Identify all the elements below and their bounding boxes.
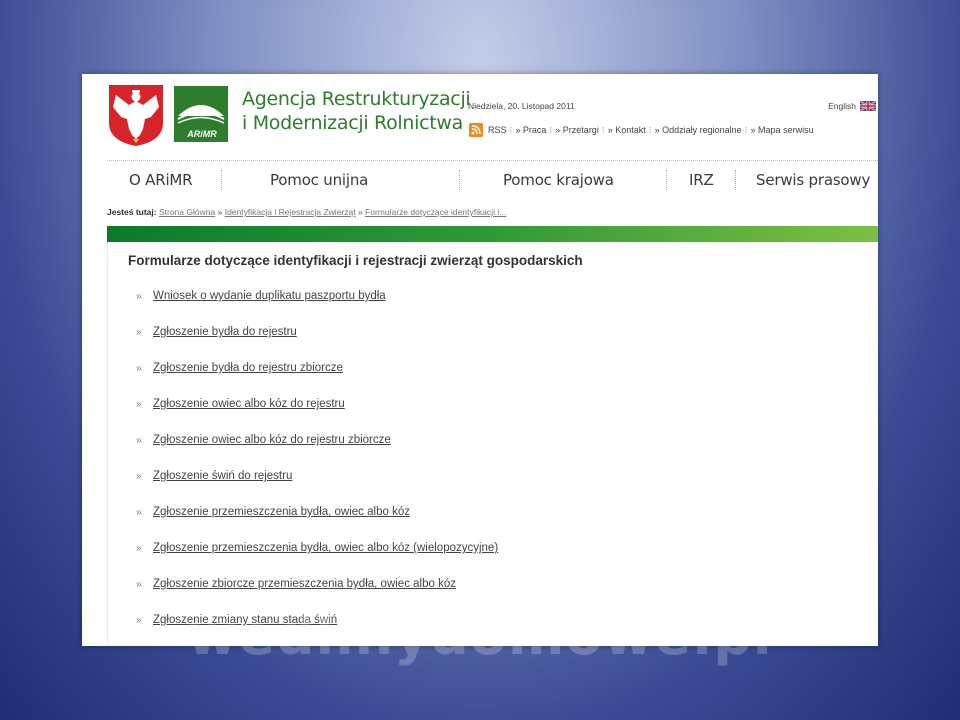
website-screenshot: ARiMR Agencja Restrukturyzacji i Moderni… — [82, 74, 878, 646]
nav-item-o-arimr[interactable]: O ARiMR — [107, 166, 221, 194]
main-nav: O ARiMR Pomoc unijna Pomoc krajowa IRZ S… — [107, 166, 878, 194]
green-banner-bar — [107, 226, 878, 242]
list-item: » Zgłoszenie świń do rejestru — [136, 470, 498, 506]
nav-item-serwis-prasowy[interactable]: Serwis prasowy — [736, 166, 870, 194]
agency-name-line1: Agencja Restrukturyzacji — [242, 88, 471, 110]
bullet-icon: » — [136, 471, 142, 482]
bullet-icon: » — [136, 363, 142, 374]
bullet-icon: » — [136, 543, 142, 554]
form-links-list: » Wniosek o wydanie duplikatu paszportu b… — [136, 290, 498, 646]
bullet-icon: » — [136, 327, 142, 338]
language-label: English — [828, 101, 856, 111]
list-item: » Zgłoszenie bydła do rejestru zbiorcze — [136, 362, 498, 398]
list-item: » Zgłoszenie bydła do rejestru — [136, 326, 498, 362]
nav-item-pomoc-krajowa[interactable]: Pomoc krajowa — [460, 166, 666, 194]
form-link[interactable]: Wniosek o wydanie duplikatu paszportu by… — [153, 290, 386, 302]
agency-name-line2: i Modernizacji Rolnictwa — [242, 112, 463, 134]
list-item: » Wniosek o wydanie duplikatu paszportu b… — [136, 290, 498, 326]
form-link[interactable]: Zgłoszenie owiec albo kóz do rejestru zb… — [153, 434, 391, 446]
form-link[interactable]: Zgłoszenie owiec albo kóz do rejestru — [153, 398, 345, 410]
top-link-praca[interactable]: » Praca — [515, 125, 546, 135]
uk-flag-icon — [860, 101, 876, 111]
page-title: Formularze dotyczące identyfikacji i rej… — [128, 253, 583, 268]
bullet-icon: » — [136, 399, 142, 410]
breadcrumb-link-irz[interactable]: Identyfikacja i Rejestracja Zwierząt — [225, 207, 356, 217]
form-link[interactable]: Zgłoszenie przemieszczenia bydła, owiec … — [153, 542, 498, 554]
top-link-kontakt[interactable]: » Kontakt — [608, 125, 646, 135]
breadcrumb-link-current[interactable]: Formularze dotyczące identyfikacji i... — [365, 207, 506, 217]
top-link-przetargi[interactable]: » Przetargi — [555, 125, 599, 135]
breadcrumb-label: Jesteś tutaj: — [107, 207, 157, 217]
nav-item-pomoc-unijna[interactable]: Pomoc unijna — [222, 166, 459, 194]
top-links: RSS ⁝ » Praca ⁝ » Przetargi ⁝ » Kontakt … — [469, 123, 814, 137]
bullet-icon: » — [136, 579, 142, 590]
breadcrumb: Jesteś tutaj: Strona Główna » Identyfika… — [107, 207, 506, 217]
breadcrumb-link-home[interactable]: Strona Główna — [159, 207, 215, 217]
list-item: » Zgłoszenie przemieszczenia bydła, owiec… — [136, 506, 498, 542]
bullet-icon: » — [136, 435, 142, 446]
bullet-icon: » — [136, 291, 142, 302]
agency-name[interactable]: Agencja Restrukturyzacji i Modernizacji … — [242, 87, 471, 135]
polish-eagle-emblem-icon — [109, 85, 163, 146]
top-link-rss[interactable]: RSS — [488, 125, 507, 135]
main-content: Formularze dotyczące identyfikacji i rej… — [107, 242, 878, 646]
link-separator: ⁝ — [549, 124, 553, 135]
top-link-mapa[interactable]: » Mapa serwisu — [751, 125, 814, 135]
form-link[interactable]: Zgłoszenie świń do rejestru — [153, 470, 292, 482]
breadcrumb-separator: » — [217, 207, 223, 217]
site-header: ARiMR Agencja Restrukturyzacji i Moderni… — [82, 74, 878, 160]
link-separator: ⁝ — [509, 124, 513, 135]
link-separator: ⁝ — [601, 124, 605, 135]
current-date: Niedziela, 20. Listopad 2011 — [468, 101, 575, 111]
list-item: » Zgłoszenie przemieszczenia bydła, owiec… — [136, 542, 498, 578]
form-link[interactable]: Zgłoszenie bydła do rejestru — [153, 326, 297, 338]
nav-item-irz[interactable]: IRZ — [667, 166, 735, 194]
form-link[interactable]: Zgłoszenie przemieszczenia bydła, owiec … — [153, 506, 410, 518]
header-divider — [107, 160, 878, 161]
form-link[interactable]: Zgłoszenie zbiorcze przemieszczenia bydł… — [153, 578, 456, 590]
bullet-icon: » — [136, 507, 142, 518]
link-separator: ⁝ — [648, 124, 652, 135]
list-item: » Zgłoszenie owiec albo kóz do rejestru z… — [136, 434, 498, 470]
list-item: » Zgłoszenie owiec albo kóz do rejestru — [136, 398, 498, 434]
breadcrumb-separator: » — [357, 207, 363, 217]
link-separator: ⁝ — [744, 124, 748, 135]
form-link[interactable]: Zgłoszenie bydła do rejestru zbiorcze — [153, 362, 343, 374]
language-switch[interactable]: English — [828, 101, 876, 111]
rss-icon[interactable] — [469, 123, 483, 137]
arimr-logo-label: ARiMR — [187, 129, 217, 139]
watermark-text: wedlinydomowe.pl — [187, 604, 773, 667]
top-link-oddzialy[interactable]: » Oddziały regionalne — [655, 125, 742, 135]
